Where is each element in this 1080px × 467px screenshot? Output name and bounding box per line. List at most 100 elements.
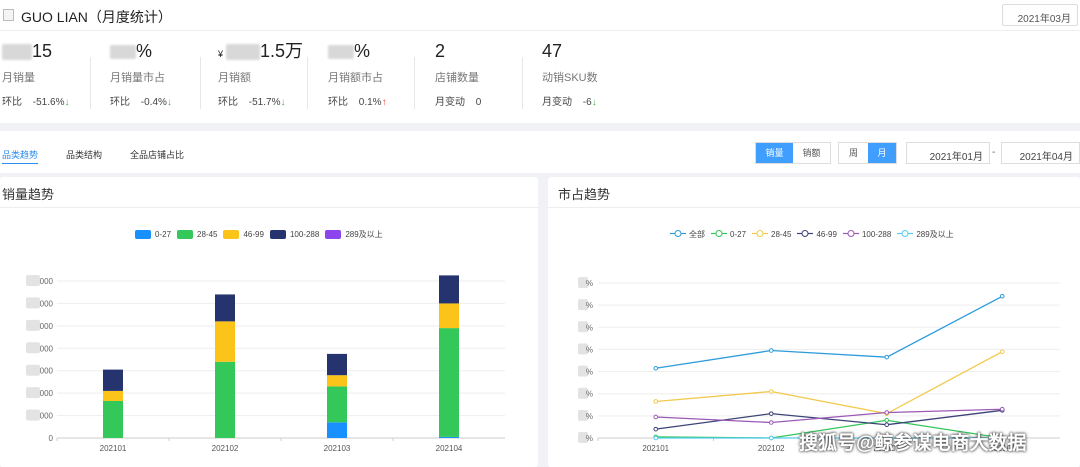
series-line — [655, 351, 1003, 415]
y-tick-label: % — [586, 412, 593, 421]
change-value: 0.1% — [358, 97, 382, 108]
bar-segment — [103, 390, 123, 401]
redacted-value — [226, 44, 261, 61]
y-tick-label: 000 — [40, 299, 54, 308]
y-tick-label: % — [586, 301, 593, 310]
y-tick-label: 000 — [40, 322, 54, 331]
stat-monthly-revenue-share: % 月销额市占 环比 0.1%↑ — [328, 39, 387, 108]
document-icon — [3, 9, 14, 21]
end-date-picker[interactable]: 2021年04月 — [1001, 142, 1080, 164]
change-label: 月变动 — [435, 97, 465, 108]
change-value: -0.4% — [140, 97, 167, 108]
month-picker[interactable]: 2021年03月 — [1002, 4, 1078, 26]
change-label: 环比 — [328, 97, 348, 108]
data-point — [999, 406, 1005, 412]
bar-segment — [439, 303, 459, 329]
bar-segment — [327, 375, 347, 387]
stat-label: 动销SKU数 — [542, 72, 598, 84]
stat-label: 月销量市占 — [110, 72, 165, 84]
bar-segment — [215, 294, 235, 322]
stat-label: 月销额 — [218, 72, 251, 84]
y-tick-label: % — [586, 323, 593, 332]
bar-segment — [215, 321, 235, 362]
divider — [522, 57, 523, 109]
redacted-tick — [26, 297, 40, 309]
change-label: 月变动 — [542, 97, 572, 108]
x-tick-label: 202103 — [324, 444, 351, 453]
sales-trend-panel: 销量趋势 0-27 28-45 46-99 100-288 289及以上 0 000 000… — [0, 177, 538, 467]
x-tick-label: 202104 — [436, 444, 463, 453]
data-point — [768, 435, 774, 441]
arrow-down-icon: ↓ — [591, 97, 597, 108]
data-point — [999, 349, 1005, 354]
data-point — [653, 414, 659, 420]
bar-segment — [103, 369, 123, 391]
y-tick-label: 000 — [40, 277, 54, 286]
redacted-value — [2, 44, 32, 61]
x-tick-label: 202102 — [758, 444, 785, 453]
date-separator: - — [992, 147, 996, 158]
share-trend-panel: 市占趋势 全部 0-27 28-45 46-99 100-288 289及以上 %%%%%… — [548, 177, 1080, 467]
stat-value: % — [354, 41, 371, 61]
start-date-picker[interactable]: 2021年01月 — [906, 142, 990, 164]
bar-segment — [327, 422, 347, 438]
data-point — [653, 426, 659, 432]
redacted-tick — [26, 387, 40, 399]
bar-segment — [439, 275, 459, 304]
stat-active-sku: 47 动销SKU数 月变动 -6↓ — [542, 39, 598, 108]
data-point — [653, 399, 659, 404]
bar-segment — [439, 436, 459, 438]
redacted-tick — [26, 364, 40, 376]
data-point — [653, 365, 659, 371]
change-label: 环比 — [2, 97, 22, 108]
data-point — [999, 293, 1005, 299]
x-tick-label: 202101 — [100, 444, 127, 453]
share-line-chart: %%%%%%%%202101 202102 202103 202104 — [578, 277, 1060, 453]
data-point — [768, 389, 774, 394]
toggle-sales-volume[interactable]: 销量 — [756, 143, 793, 163]
tab-category-structure[interactable]: 品类结构 — [66, 148, 102, 161]
arrow-down-icon: ↓ — [166, 97, 172, 108]
x-tick-label: 202101 — [642, 444, 669, 453]
stat-monthly-sales-share: % 月销量市占 环比 -0.4%↓ — [110, 39, 172, 108]
stat-value: 47 — [542, 41, 563, 61]
stat-monthly-sales: 15 月销量 环比 -51.6%↓ — [2, 39, 69, 108]
y-tick-label: 000 — [40, 412, 54, 421]
y-tick-label: % — [586, 434, 593, 443]
change-label: 环比 — [110, 97, 130, 108]
redacted-value — [328, 45, 354, 60]
data-point — [884, 354, 890, 360]
stat-monthly-revenue: ¥1.5万 月销额 环比 -51.7%↓ — [218, 39, 303, 108]
series-line — [655, 295, 1003, 369]
bar-segment — [327, 386, 347, 423]
toggle-week[interactable]: 周 — [839, 143, 868, 163]
stat-value: % — [136, 41, 153, 61]
y-tick-label: % — [586, 345, 593, 354]
divider — [90, 57, 91, 109]
metric-toggle: 销量 销额 — [755, 142, 831, 164]
watermark-text: 搜狐号@鲸参谋电商大数据 — [799, 433, 1027, 454]
tab-category-trend[interactable]: 品类趋势 — [2, 148, 39, 164]
toggle-sales-amount[interactable]: 销额 — [793, 143, 830, 163]
data-point — [768, 411, 774, 416]
stat-label: 店铺数量 — [435, 72, 479, 84]
filter-bar: 品类趋势 品类结构 全品店铺占比 销量 销额 周 月 2021年01月 - 20… — [0, 131, 1080, 173]
divider — [307, 57, 308, 109]
change-value: -51.6% — [32, 97, 65, 108]
data-point — [884, 417, 890, 423]
redacted-tick — [26, 342, 40, 354]
y-tick-label: % — [586, 368, 593, 377]
x-tick-label: 202102 — [212, 444, 239, 453]
bar-segment — [327, 353, 347, 376]
currency-symbol: ¥ — [218, 49, 224, 59]
stat-value: 2 — [435, 41, 446, 61]
page-title: GUO LIAN（月度统计） — [21, 9, 172, 25]
arrow-up-icon: ↑ — [381, 97, 387, 108]
toggle-month[interactable]: 月 — [868, 143, 896, 163]
y-tick-label: % — [586, 279, 593, 288]
stat-label: 月销额市占 — [328, 72, 383, 84]
y-tick-label: % — [586, 390, 593, 399]
y-tick-label: 000 — [40, 367, 54, 376]
tab-store-share[interactable]: 全品店铺占比 — [130, 148, 184, 161]
stat-label: 月销量 — [2, 72, 35, 84]
